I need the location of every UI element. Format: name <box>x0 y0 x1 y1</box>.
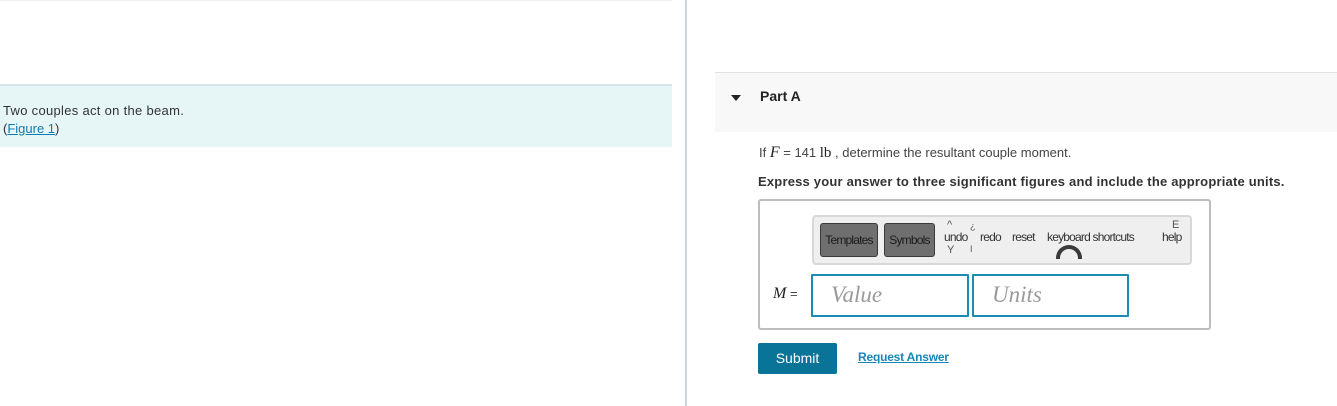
submit-button[interactable]: Submit <box>758 343 837 374</box>
question-value: = 141 <box>779 145 820 160</box>
force-unit: lb <box>819 145 832 161</box>
request-answer-link[interactable]: Request Answer <box>858 350 949 364</box>
figure-close-paren: ) <box>55 121 60 136</box>
templates-button[interactable]: Templates <box>820 223 878 257</box>
redo-sub-icon: I <box>970 244 973 254</box>
force-variable: F <box>769 144 780 161</box>
redo-arrow-icon: ¿ <box>970 221 976 231</box>
question-prefix: If <box>759 145 770 160</box>
help-button[interactable]: help <box>1162 230 1182 244</box>
problem-text: Two couples act on the beam. <box>3 103 185 118</box>
moment-variable: M <box>773 285 787 302</box>
panel-divider <box>685 0 687 406</box>
part-a-header[interactable]: Part A <box>715 72 1337 132</box>
reset-button[interactable]: reset <box>1012 230 1035 244</box>
problem-statement-box: Two couples act on the beam. (Figure 1) <box>0 84 672 147</box>
part-title: Part A <box>760 88 801 104</box>
units-input[interactable]: Units <box>972 274 1129 317</box>
figure-reference: (Figure 1) <box>3 120 59 138</box>
problem-panel: Two couples act on the beam. (Figure 1) <box>0 0 672 406</box>
undo-button[interactable]: undo <box>944 230 968 244</box>
top-rule <box>0 0 672 1</box>
math-toolbar: Templates Symbols ^ undo Y ¿ redo I rese… <box>812 215 1192 265</box>
keyboard-shortcuts-button[interactable]: keyboard shortcuts <box>1047 230 1135 244</box>
value-input[interactable]: Value <box>811 274 969 317</box>
undo-sub-icon: Y <box>947 244 955 256</box>
question-text: If F = 141 lb , determine the resultant … <box>759 144 1071 162</box>
answer-instruction: Express your answer to three significant… <box>758 174 1285 189</box>
answer-entry-box: Templates Symbols ^ undo Y ¿ redo I rese… <box>758 199 1211 330</box>
symbols-button[interactable]: Symbols <box>884 223 935 257</box>
question-suffix: , determine the resultant couple moment. <box>831 145 1072 160</box>
redo-button[interactable]: redo <box>980 230 1002 244</box>
equals-sign: = <box>789 286 798 301</box>
collapse-caret-icon[interactable] <box>731 95 741 101</box>
figure-1-link[interactable]: Figure 1 <box>7 121 55 136</box>
answer-variable-label: M = <box>773 285 798 303</box>
keyboard-icon <box>1056 245 1082 259</box>
